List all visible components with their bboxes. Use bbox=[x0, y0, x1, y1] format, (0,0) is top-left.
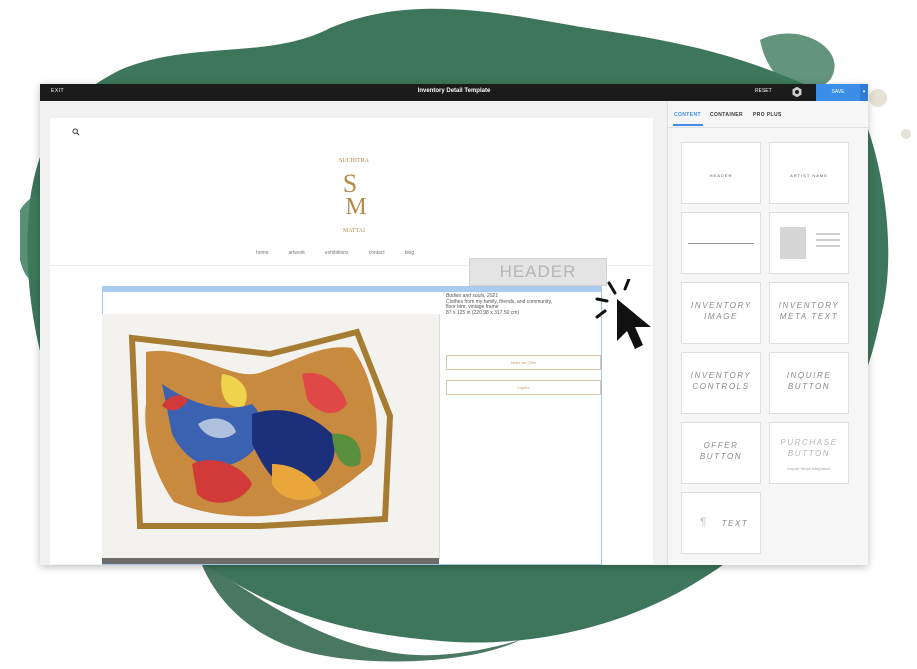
nav-blog[interactable]: blog bbox=[405, 250, 414, 256]
reset-button[interactable]: RESET bbox=[755, 88, 772, 94]
inventory-meta-text[interactable]: Bodies and souls, 2021 Clothes from my f… bbox=[446, 293, 602, 316]
drag-cursor-icon bbox=[595, 279, 651, 349]
module-card-purchase-button-label: PURCHASE BUTTON bbox=[780, 438, 838, 458]
module-card-inventory-meta-text[interactable]: INVENTORY META TEXT bbox=[769, 282, 849, 344]
module-card-divider[interactable] bbox=[681, 212, 761, 274]
nav-artwork[interactable]: artwork bbox=[289, 250, 305, 256]
module-card-text[interactable]: ¶ TEXT bbox=[681, 492, 761, 554]
module-card-inventory-controls[interactable]: INVENTORY CONTROLS bbox=[681, 352, 761, 414]
artist-logo: SUCHITRA S M MATTAI bbox=[339, 158, 370, 234]
template-title: Inventory Detail Template bbox=[417, 88, 491, 94]
inventory-image[interactable] bbox=[102, 314, 440, 559]
page-canvas: SUCHITRA S M MATTAI home artwork exhibit… bbox=[50, 118, 653, 565]
module-card-inventory-image[interactable]: INVENTORY IMAGE bbox=[681, 282, 761, 344]
inventory-thumbnail-icon bbox=[780, 227, 806, 259]
image-bottom-strip bbox=[102, 558, 439, 564]
inquire-button[interactable]: Inquire bbox=[446, 380, 601, 395]
active-tab-underline bbox=[673, 124, 703, 126]
module-card-offer-button[interactable]: OFFER BUTTON bbox=[681, 422, 761, 484]
nav-contact[interactable]: contact bbox=[369, 250, 385, 256]
artwork-image bbox=[102, 314, 439, 559]
details-lines-icon bbox=[816, 233, 840, 235]
make-offer-button[interactable]: Make an Offer bbox=[446, 355, 601, 370]
logo-monogram-m: M bbox=[345, 194, 366, 220]
module-card-header[interactable]: HEADER bbox=[681, 142, 761, 204]
top-toolbar: EXIT Inventory Detail Template RESET SAV… bbox=[40, 84, 868, 101]
module-card-inventory-controls-label: INVENTORY CONTROLS bbox=[690, 371, 752, 391]
module-card-offer-button-label: OFFER BUTTON bbox=[699, 441, 743, 461]
dragged-header-module[interactable]: HEADER bbox=[469, 258, 607, 286]
module-card-inquire-button[interactable]: INQUIRE BUTTON bbox=[769, 352, 849, 414]
drop-indicator-bar bbox=[102, 286, 602, 292]
module-card-text-label: TEXT bbox=[721, 519, 749, 528]
module-panel: CONTENT CONTAINER PRO PLUS HEADER ARTIST… bbox=[667, 101, 868, 565]
tab-pro-plus[interactable]: PRO PLUS bbox=[753, 112, 782, 118]
tab-content[interactable]: CONTENT bbox=[674, 112, 701, 118]
editor-window: EXIT Inventory Detail Template RESET SAV… bbox=[40, 84, 868, 565]
save-button[interactable]: SAVE bbox=[816, 84, 860, 101]
logo-bottom-text: MATTAI bbox=[343, 228, 365, 234]
artwork-dimensions: 87 x 125 in (220.98 x 317.50 cm) bbox=[446, 309, 520, 316]
module-card-inventory[interactable] bbox=[769, 212, 849, 274]
nav-home[interactable]: home bbox=[256, 250, 269, 256]
module-card-inventory-meta-text-label: INVENTORY META TEXT bbox=[778, 301, 840, 321]
settings-gear-icon[interactable] bbox=[791, 86, 803, 98]
save-options-chevron-icon[interactable]: ▾ bbox=[860, 84, 868, 101]
search-icon[interactable] bbox=[72, 128, 80, 136]
module-card-artist-name[interactable]: ARTIST NAME bbox=[769, 142, 849, 204]
module-card-inquire-button-label: INQUIRE BUTTON bbox=[786, 371, 832, 391]
panel-tabs: CONTENT CONTAINER PRO PLUS bbox=[668, 101, 868, 128]
module-card-artist-name-label: ARTIST NAME bbox=[790, 173, 828, 178]
module-card-purchase-button-sub: Inquire Stripe integration bbox=[787, 467, 831, 471]
nav-exhibitions[interactable]: exhibitions bbox=[325, 250, 349, 256]
tab-container[interactable]: CONTAINER bbox=[710, 112, 743, 118]
site-navigation: home artwork exhibitions contact blog bbox=[256, 250, 456, 256]
module-card-inventory-image-label: INVENTORY IMAGE bbox=[691, 301, 752, 321]
module-card-header-label: HEADER bbox=[709, 173, 733, 178]
logo-top-text: SUCHITRA bbox=[339, 158, 370, 164]
divider-line-icon bbox=[688, 243, 754, 244]
module-card-purchase-button[interactable]: PURCHASE BUTTON Inquire Stripe integrati… bbox=[769, 422, 849, 484]
